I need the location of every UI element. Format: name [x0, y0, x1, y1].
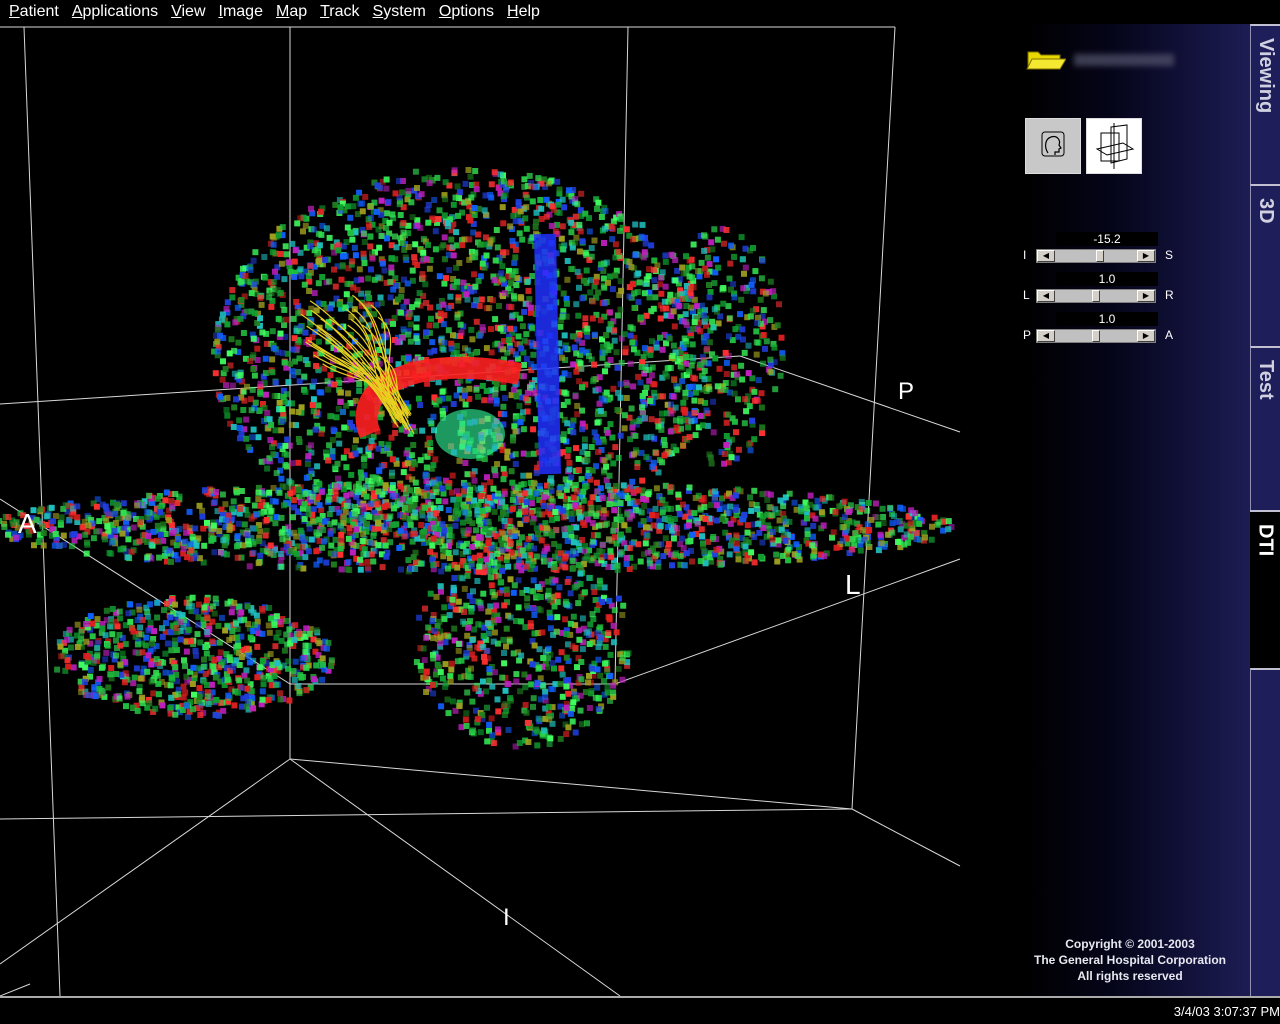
status-bar: 3/4/03 3:07:37 PM	[0, 996, 1280, 1024]
slider-left-label: L	[1023, 288, 1030, 302]
right-arrow-icon[interactable]: ▶	[1137, 330, 1155, 342]
slider-track[interactable]: ◀ ▶	[1036, 289, 1156, 303]
tab-viewing[interactable]: Viewing	[1250, 24, 1280, 184]
menu-options[interactable]: Options	[439, 3, 494, 21]
orthogonal-planes-icon	[1095, 123, 1135, 169]
tab-3d[interactable]: 3D	[1250, 184, 1280, 346]
folder-icon[interactable]	[1026, 48, 1066, 72]
menu-view[interactable]: View	[171, 3, 205, 21]
slider-track[interactable]: ◀ ▶	[1036, 329, 1156, 343]
left-arrow-icon[interactable]: ◀	[1037, 250, 1055, 262]
axis-label-posterior: P	[898, 378, 915, 405]
tab-empty	[1250, 668, 1280, 996]
menu-system[interactable]: System	[373, 3, 426, 21]
slider-right-label: R	[1165, 288, 1174, 302]
menu-track[interactable]: Track	[320, 3, 359, 21]
axis-label-left: L	[845, 569, 861, 600]
slider-left-label: P	[1023, 328, 1032, 342]
right-arrow-icon[interactable]: ▶	[1137, 290, 1155, 302]
dti-volume-render	[0, 26, 961, 996]
tab-dti[interactable]: DTI	[1250, 510, 1280, 668]
slice-slider-lr: 1.0 L ◀ ▶ R	[1023, 272, 1184, 303]
menu-help[interactable]: Help	[507, 3, 540, 21]
mode-tabs: Viewing 3D Test DTI	[1250, 24, 1280, 996]
slider-thumb[interactable]	[1092, 330, 1100, 342]
head-icon	[1041, 131, 1065, 157]
left-arrow-icon[interactable]: ◀	[1037, 330, 1055, 342]
slider-thumb[interactable]	[1095, 250, 1104, 262]
left-arrow-icon[interactable]: ◀	[1037, 290, 1055, 302]
slider-track[interactable]: ◀ ▶	[1036, 249, 1156, 263]
3d-viewport[interactable]: A P L I	[0, 24, 1022, 996]
copyright-notice: Copyright © 2001-2003 The General Hospit…	[1033, 937, 1227, 983]
right-arrow-icon[interactable]: ▶	[1137, 250, 1155, 262]
slice-slider-is: -15.2 I ◀ ▶ S	[1023, 232, 1184, 263]
control-panel: -15.2 I ◀ ▶ S 1.0 L ◀ ▶ R 1.0 P ◀ ▶ A Co…	[1022, 24, 1250, 996]
tab-test[interactable]: Test	[1250, 346, 1280, 510]
slice-slider-pa: 1.0 P ◀ ▶ A	[1023, 312, 1184, 343]
menu-bar: Patient Applications View Image Map Trac…	[0, 0, 1280, 24]
menu-image[interactable]: Image	[219, 3, 263, 21]
slider-right-label: S	[1165, 248, 1174, 262]
slider-value: -15.2	[1056, 232, 1158, 246]
slider-thumb[interactable]	[1092, 290, 1100, 302]
head-view-button[interactable]	[1025, 118, 1081, 174]
menu-applications[interactable]: Applications	[72, 3, 158, 21]
slider-value: 1.0	[1056, 312, 1158, 326]
axis-label-inferior: I	[503, 904, 510, 931]
slice-planes-button[interactable]	[1086, 118, 1142, 174]
slider-value: 1.0	[1056, 272, 1158, 286]
slider-left-label: I	[1023, 248, 1027, 262]
axis-label-anterior: A	[18, 508, 37, 539]
clock: 3/4/03 3:07:37 PM	[1173, 1004, 1280, 1019]
menu-map[interactable]: Map	[276, 3, 307, 21]
patient-name-redacted	[1074, 54, 1174, 66]
menu-patient[interactable]: Patient	[9, 3, 59, 21]
slider-right-label: A	[1165, 328, 1174, 342]
